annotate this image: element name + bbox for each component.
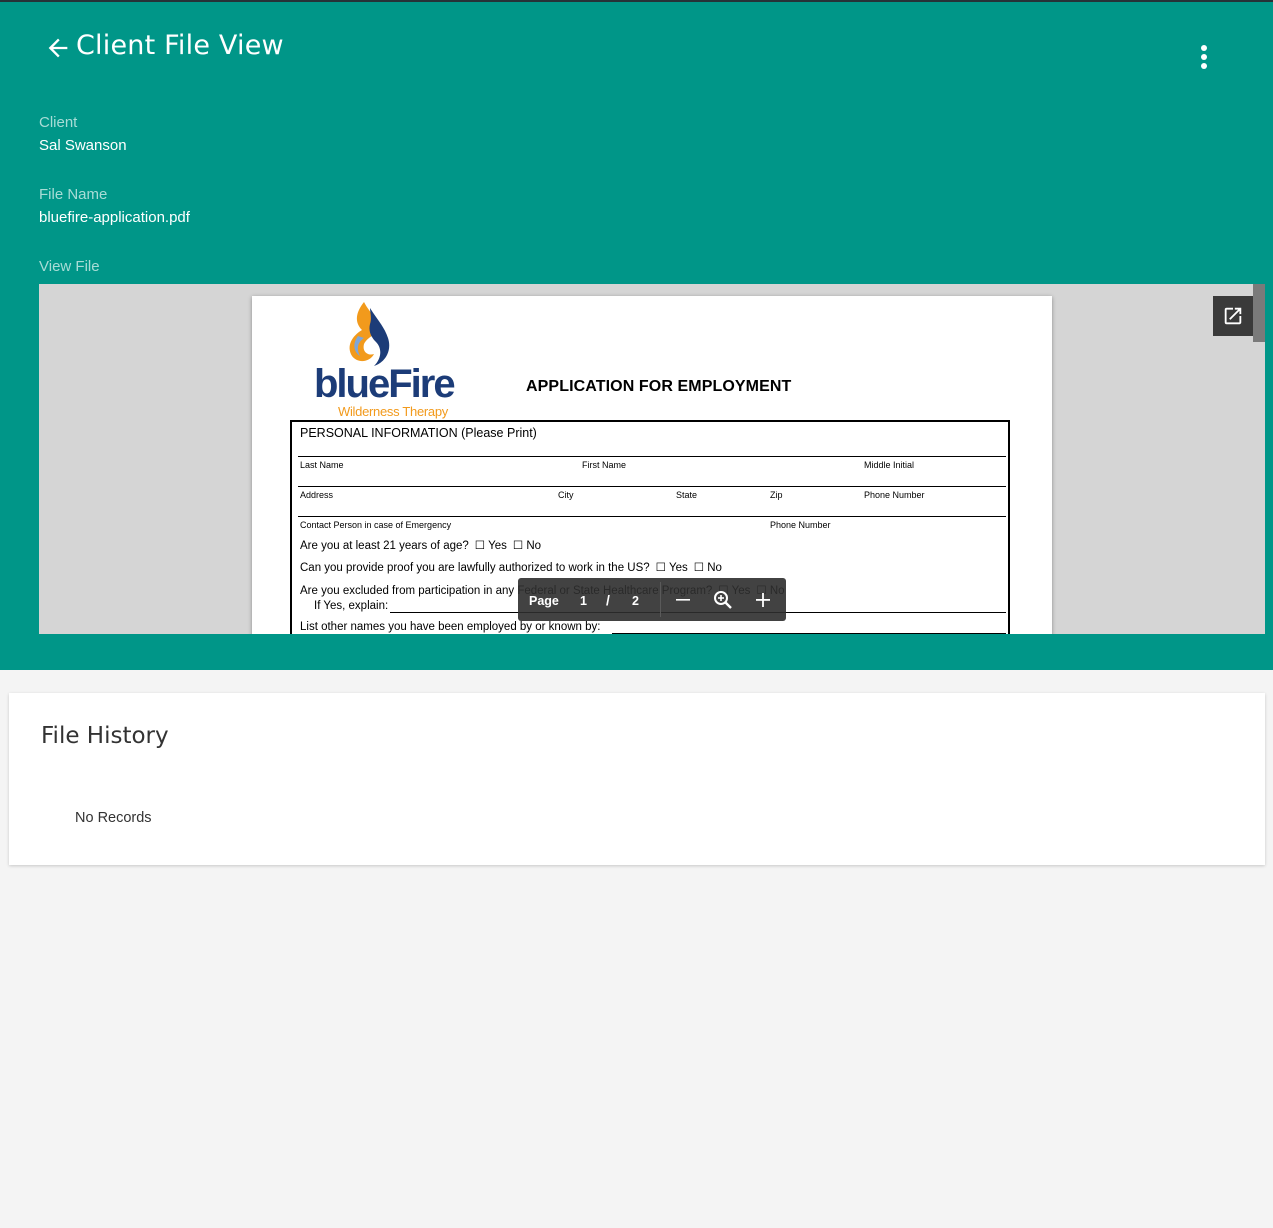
arrow-left-icon — [48, 38, 68, 58]
toolbar-divider — [660, 582, 661, 617]
zoom-in-magnifier-icon — [714, 591, 732, 609]
current-page-input[interactable]: 1 — [580, 594, 587, 608]
emergency-phone-label: Phone Number — [770, 520, 831, 530]
client-value: Sal Swanson — [39, 137, 127, 154]
file-history-card: File History No Records — [9, 693, 1265, 865]
option-no: ☐ No — [693, 562, 722, 574]
section-heading: PERSONAL INFORMATION (Please Print) — [300, 426, 537, 440]
page-label: Page — [529, 594, 559, 608]
question-authorized-text: Can you provide proof you are lawfully a… — [300, 562, 650, 574]
open-external-button[interactable] — [1213, 296, 1253, 336]
document-title: APPLICATION FOR EMPLOYMENT — [526, 378, 792, 395]
question-age-text: Are you at least 21 years of age? — [300, 540, 469, 552]
question-explain: If Yes, explain: — [314, 600, 389, 612]
form-rule — [298, 456, 1006, 457]
zoom-in-button[interactable] — [751, 588, 775, 612]
option-yes: ☐ Yes — [655, 562, 688, 574]
logo-text: blueFire — [314, 362, 456, 406]
zoom-fit-button[interactable] — [711, 588, 735, 612]
viewer-scrollbar[interactable] — [1253, 284, 1265, 342]
no-records-text: No Records — [75, 810, 152, 826]
form-rule — [298, 486, 1006, 487]
emergency-contact-label: Contact Person in case of Emergency — [300, 520, 452, 530]
logo-subtext: Wilderness Therapy — [338, 404, 448, 419]
view-file-label: View File — [39, 258, 100, 275]
page-title: Client File View — [76, 30, 284, 61]
question-other-names: List other names you have been employed … — [300, 621, 601, 633]
form-rule — [612, 633, 1006, 634]
file-name-label: File Name — [39, 186, 108, 203]
file-history-title: File History — [41, 723, 169, 749]
zoom-out-button[interactable] — [671, 588, 695, 612]
option-no: ☐ No — [512, 540, 542, 552]
header-panel: Client File View Client Sal Swanson File… — [0, 0, 1273, 670]
first-name-label: First Name — [582, 460, 627, 470]
open-in-new-icon — [1224, 307, 1242, 325]
city-label: City — [558, 490, 574, 500]
plus-icon — [756, 593, 770, 607]
more-vert-icon — [1201, 45, 1207, 69]
state-label: State — [676, 490, 698, 500]
total-pages: 2 — [632, 594, 639, 608]
question-age: Are you at least 21 years of age? ☐ Yes ☐ … — [300, 538, 541, 552]
middle-initial-label: Middle Initial — [864, 460, 915, 470]
minus-icon — [676, 599, 690, 601]
zip-label: Zip — [770, 490, 783, 500]
pdf-toolbar: Page 1 / 2 — [518, 578, 786, 621]
file-name-value: bluefire-application.pdf — [39, 209, 190, 226]
pdf-viewer[interactable]: blueFire Wilderness Therapy APPLICATION … — [39, 284, 1265, 634]
client-label: Client — [39, 114, 78, 131]
question-authorized: Can you provide proof you are lawfully a… — [300, 560, 722, 574]
option-yes: ☐ Yes — [474, 540, 507, 552]
top-border — [0, 0, 1273, 2]
address-label: Address — [300, 490, 334, 500]
page-separator: / — [606, 592, 610, 608]
form-rule — [298, 516, 1006, 517]
phone-number-label: Phone Number — [864, 490, 925, 500]
back-button[interactable] — [44, 34, 72, 62]
last-name-label: Last Name — [300, 460, 344, 470]
more-options-button[interactable] — [1190, 42, 1218, 74]
